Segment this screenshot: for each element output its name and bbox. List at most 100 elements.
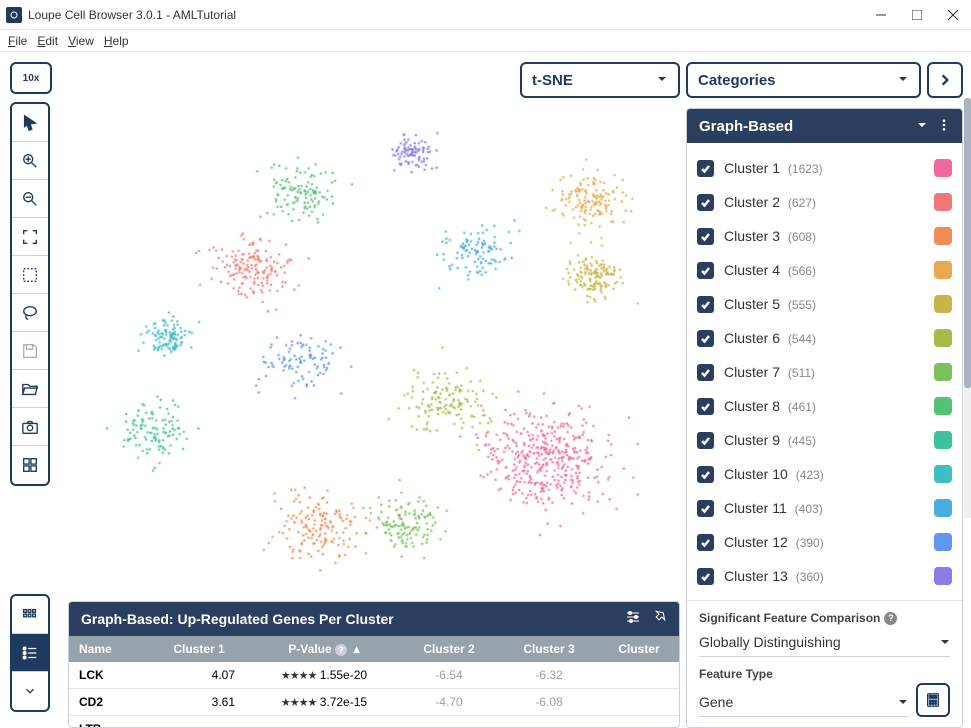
color-swatch[interactable]: [934, 329, 952, 347]
fit-tool[interactable]: [12, 218, 48, 256]
cluster-row[interactable]: Cluster 2 (627): [697, 185, 958, 219]
cluster-row[interactable]: Cluster 9 (445): [697, 423, 958, 457]
cluster-list[interactable]: Cluster 1 (1623) Cluster 2 (627) Cluster…: [687, 143, 962, 600]
checkbox-icon[interactable]: [697, 534, 714, 551]
titlebar: Loupe Cell Browser 3.0.1 - AMLTutorial: [0, 0, 971, 30]
expand-button[interactable]: [927, 62, 963, 98]
col-cluster3[interactable]: Cluster 3: [499, 636, 599, 662]
cluster-row[interactable]: Cluster 11 (403): [697, 491, 958, 525]
cluster-label: Cluster 9 (445): [724, 432, 934, 448]
checkbox-icon[interactable]: [697, 432, 714, 449]
color-swatch[interactable]: [934, 227, 952, 245]
menu-edit[interactable]: Edit: [37, 34, 58, 48]
sigfeat-select[interactable]: Globally Distinguishing: [699, 627, 950, 657]
cluster-row[interactable]: Cluster 13 (360): [697, 559, 958, 593]
color-swatch[interactable]: [934, 363, 952, 381]
col-cluster1[interactable]: Cluster 1: [149, 636, 249, 662]
cluster-row[interactable]: Cluster 10 (423): [697, 457, 958, 491]
list-view-button[interactable]: [12, 634, 48, 672]
table-row[interactable]: LCK4.07★★★★ 1.55e-20-6.54-6.32: [69, 662, 679, 689]
checkbox-icon[interactable]: [697, 296, 714, 313]
cluster-row[interactable]: Cluster 5 (555): [697, 287, 958, 321]
col-pvalue[interactable]: P-Value ? ▴: [249, 636, 399, 662]
gene-table-panel: Graph-Based: Up-Regulated Genes Per Clus…: [68, 601, 680, 728]
minimize-button[interactable]: [863, 0, 899, 30]
color-swatch[interactable]: [934, 193, 952, 211]
close-button[interactable]: [935, 0, 971, 30]
save-tool[interactable]: [12, 332, 48, 370]
projection-dropdown[interactable]: t-SNE: [520, 62, 680, 98]
cluster-row[interactable]: Cluster 3 (608): [697, 219, 958, 253]
cluster-row[interactable]: Cluster 1 (1623): [697, 151, 958, 185]
color-swatch[interactable]: [934, 295, 952, 313]
col-clusterx[interactable]: Cluster: [599, 636, 679, 662]
checkbox-icon[interactable]: [697, 262, 714, 279]
cluster-label: Cluster 5 (555): [724, 296, 934, 312]
settings-icon[interactable]: [615, 609, 641, 628]
cluster-row[interactable]: Cluster 4 (566): [697, 253, 958, 287]
mode-value: Categories: [698, 72, 776, 89]
table-row[interactable]: LTB: [69, 715, 679, 728]
menu-view[interactable]: View: [68, 34, 94, 48]
col-cluster2[interactable]: Cluster 2: [399, 636, 499, 662]
zoom-in-tool[interactable]: [12, 142, 48, 180]
color-swatch[interactable]: [934, 431, 952, 449]
cluster-row[interactable]: Cluster 7 (511): [697, 355, 958, 389]
color-swatch[interactable]: [934, 159, 952, 177]
checkbox-icon[interactable]: [697, 330, 714, 347]
cluster-label: Cluster 13 (360): [724, 568, 934, 584]
cluster-label: Cluster 10 (423): [724, 466, 934, 482]
zoom-out-tool[interactable]: [12, 180, 48, 218]
cluster-label: Cluster 4 (566): [724, 262, 934, 278]
open-tool[interactable]: [12, 370, 48, 408]
color-swatch[interactable]: [934, 261, 952, 279]
cluster-label: Cluster 1 (1623): [724, 160, 934, 176]
feature-type-select[interactable]: Gene: [699, 687, 908, 717]
chevron-down-icon[interactable]: [906, 118, 928, 135]
categories-panel: Graph-Based Cluster 1 (1623) Cluster 2 (…: [686, 108, 963, 728]
mode-dropdown[interactable]: Categories: [686, 62, 921, 98]
menu-file[interactable]: File: [8, 34, 27, 48]
grid-tool[interactable]: [12, 446, 48, 484]
cluster-row[interactable]: Cluster 12 (390): [697, 525, 958, 559]
cluster-label: Cluster 12 (390): [724, 534, 934, 550]
checkbox-icon[interactable]: [697, 228, 714, 245]
checkbox-icon[interactable]: [697, 364, 714, 381]
collapse-button[interactable]: [12, 672, 48, 710]
col-name[interactable]: Name: [69, 636, 149, 662]
color-swatch[interactable]: [934, 397, 952, 415]
checkbox-icon[interactable]: [697, 194, 714, 211]
chevron-down-icon: [897, 72, 909, 89]
compute-button[interactable]: [916, 683, 950, 717]
cluster-row[interactable]: Cluster 6 (544): [697, 321, 958, 355]
checkbox-icon[interactable]: [697, 500, 714, 517]
color-swatch[interactable]: [934, 465, 952, 483]
gene-table-title: Graph-Based: Up-Regulated Genes Per Clus…: [81, 611, 394, 627]
grid-view-button[interactable]: [12, 596, 48, 634]
rect-select-tool[interactable]: [12, 256, 48, 294]
color-swatch[interactable]: [934, 533, 952, 551]
checkbox-icon[interactable]: [697, 398, 714, 415]
color-swatch[interactable]: [934, 567, 952, 585]
table-row[interactable]: CD23.61★★★★ 3.72e-15-4.70-6.08: [69, 688, 679, 715]
more-icon[interactable]: [928, 118, 950, 135]
color-swatch[interactable]: [934, 499, 952, 517]
view-mode-group: [10, 594, 50, 712]
sigfeat-label: Significant Feature Comparison?: [699, 611, 950, 625]
cluster-label: Cluster 7 (511): [724, 364, 934, 380]
lasso-tool[interactable]: [12, 294, 48, 332]
tsne-plot[interactable]: [68, 104, 680, 597]
chevron-down-icon: [656, 72, 668, 89]
checkbox-icon[interactable]: [697, 568, 714, 585]
checkbox-icon[interactable]: [697, 160, 714, 177]
cluster-label: Cluster 2 (627): [724, 194, 934, 210]
checkbox-icon[interactable]: [697, 466, 714, 483]
maximize-button[interactable]: [899, 0, 935, 30]
menu-help[interactable]: Help: [104, 34, 129, 48]
scrollbar[interactable]: [964, 98, 971, 518]
cluster-row[interactable]: Cluster 8 (461): [697, 389, 958, 423]
pointer-tool[interactable]: [12, 104, 48, 142]
camera-tool[interactable]: [12, 408, 48, 446]
cluster-label: Cluster 8 (461): [724, 398, 934, 414]
share-icon[interactable]: [641, 609, 667, 628]
